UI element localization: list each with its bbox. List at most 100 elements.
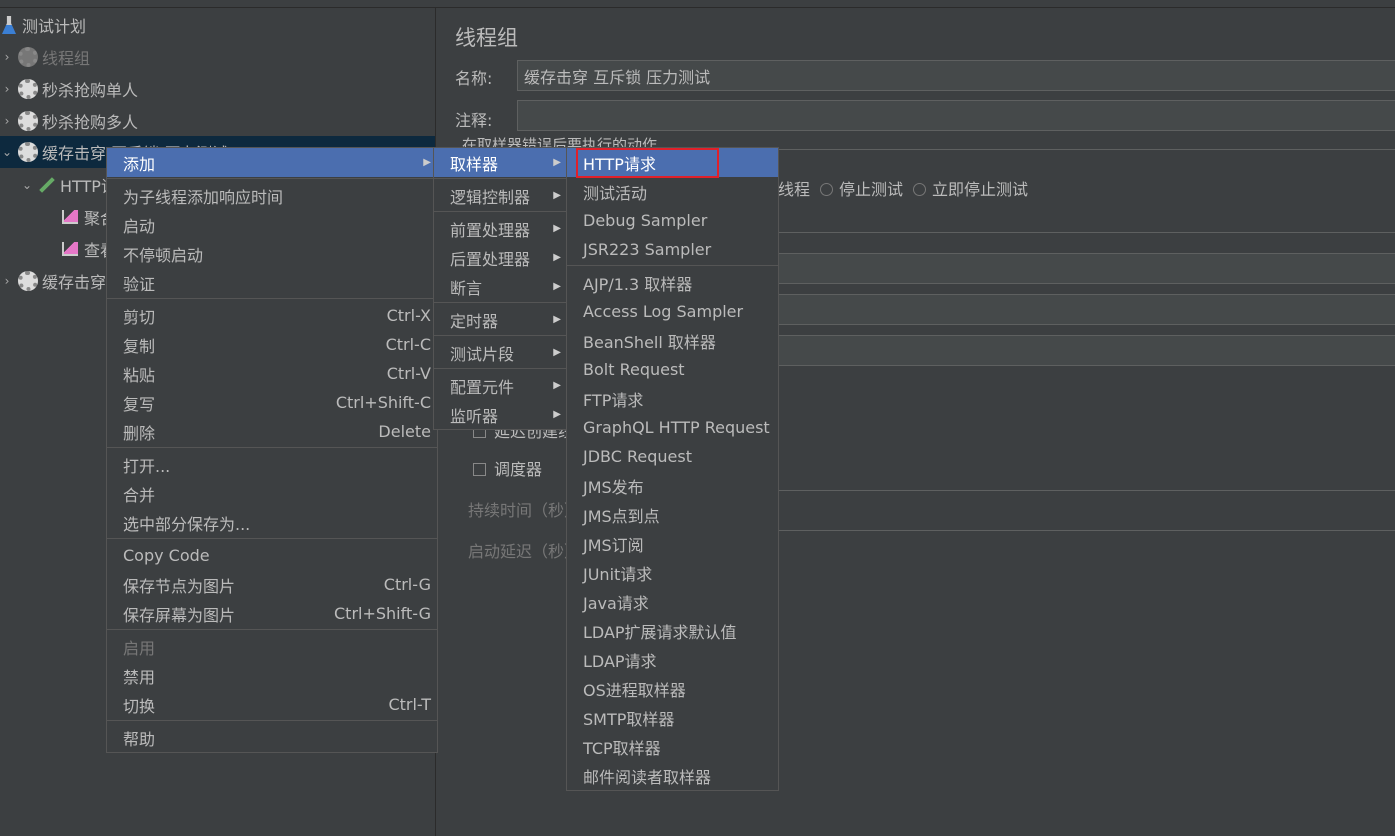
menu-item[interactable]: 复制 Ctrl-C [107,330,437,359]
menu-item[interactable]: 测试活动 [567,177,778,206]
menu-item[interactable]: 监听器 ▶ [434,400,567,429]
menu-item[interactable]: 打开... [107,450,437,479]
menu-item[interactable]: TCP取样器 [567,732,778,761]
menu-item[interactable]: JSR223 Sampler [567,235,778,264]
chevron-right-icon[interactable]: › [0,274,14,288]
menu-item-label: 删除 [123,423,156,443]
menu-item[interactable]: Java请求 [567,587,778,616]
ramp-up-input[interactable] [778,294,1395,325]
menu-item[interactable]: 保存节点为图片 Ctrl-G [107,570,437,599]
duration-input[interactable] [778,490,1395,491]
menu-item[interactable]: 删除 Delete [107,417,437,446]
submenu-arrow-icon: ▶ [553,157,561,168]
startup-delay-input[interactable] [778,530,1395,531]
menu-item[interactable]: 逻辑控制器 ▶ [434,181,567,210]
menu-item[interactable]: 禁用 [107,661,437,690]
menu-item[interactable]: 验证 [107,268,437,297]
menu-item-label: 验证 [123,274,156,294]
menu-item[interactable]: 配置元件 ▶ [434,371,567,400]
menu-item[interactable]: LDAP扩展请求默认值 [567,616,778,645]
menu-item[interactable]: 不停顿启动 [107,239,437,268]
menu-item[interactable]: 复写 Ctrl+Shift-C [107,388,437,417]
menu-item-label: LDAP请求 [583,651,657,671]
menu-item-label: JMS订阅 [583,535,644,555]
menu-item[interactable]: 取样器 ▶ [434,148,567,177]
menu-item-label: 添加 [123,154,156,174]
sampler-submenu: HTTP请求 测试活动 Debug Sampler JSR223 Sampler AJP… [566,147,779,791]
menu-item[interactable]: 为子线程添加响应时间 [107,181,437,210]
submenu-arrow-icon: ▶ [553,347,561,358]
scheduler-checkbox[interactable]: 调度器 [473,456,542,480]
menu-item[interactable]: JUnit请求 [567,558,778,587]
menu-item[interactable]: Copy Code [107,541,437,570]
menu-item[interactable]: 后置处理器 ▶ [434,243,567,272]
menu-item[interactable]: 切换 Ctrl-T [107,690,437,719]
menu-item-label: 定时器 [450,311,499,331]
shortcut-label: Delete [378,422,431,441]
chart-icon [62,242,78,256]
tree-node-thread-group[interactable]: › 线程组 [0,41,90,73]
duration-label: 持续时间（秒） [468,501,581,520]
chevron-right-icon[interactable]: › [0,50,14,64]
menu-item-label: 复制 [123,336,156,356]
menu-item[interactable]: 启用 [107,632,437,661]
menu-item-label: 不停顿启动 [123,245,204,265]
menu-item[interactable]: 测试片段 ▶ [434,338,567,367]
tree-node-cache-2[interactable]: › 缓存击穿 [0,265,106,297]
context-menu: 添加 ▶ 为子线程添加响应时间 启动 不停顿启动 验证 剪切 Ctrl-X 复制 Ctrl-C 粘贴… [106,147,438,753]
menu-item-label: Debug Sampler [583,211,708,230]
menu-item[interactable]: 合并 [107,479,437,508]
menu-item[interactable]: Bolt Request [567,355,778,384]
menu-item[interactable]: 前置处理器 ▶ [434,214,567,243]
menu-item[interactable]: 启动 [107,210,437,239]
menu-item[interactable]: 添加 ▶ [107,148,437,177]
menu-item[interactable]: 粘贴 Ctrl-V [107,359,437,388]
menu-item[interactable]: 邮件阅读者取样器 [567,761,778,790]
submenu-arrow-icon: ▶ [553,190,561,201]
loop-count-input[interactable] [778,335,1395,366]
add-submenu: 取样器 ▶ 逻辑控制器 ▶ 前置处理器 ▶ 后置处理器 ▶ 断言 ▶ 定时器 ▶ 测试片段 ▶ 配置元件 ▶ 监… [433,147,568,430]
menu-item[interactable]: Access Log Sampler [567,297,778,326]
menu-item[interactable]: 断言 ▶ [434,272,567,301]
menu-item[interactable]: JDBC Request [567,442,778,471]
menu-item[interactable]: 保存屏幕为图片 Ctrl+Shift-G [107,599,437,628]
menu-item-label: 粘贴 [123,365,156,385]
chevron-right-icon[interactable]: › [0,114,14,128]
tree-node-seckill-multi[interactable]: › 秒杀抢购多人 [0,105,138,137]
chevron-down-icon[interactable]: ⌄ [20,178,34,192]
menu-item[interactable]: JMS订阅 [567,529,778,558]
comment-input[interactable] [517,100,1395,131]
shortcut-label: Ctrl-V [386,364,431,383]
menu-item-label: 前置处理器 [450,220,531,240]
thread-count-input[interactable] [778,253,1395,284]
flask-icon [2,16,16,34]
chevron-down-icon[interactable]: ⌄ [0,145,14,159]
menu-item[interactable]: AJP/1.3 取样器 [567,268,778,297]
menu-item[interactable]: SMTP取样器 [567,703,778,732]
menu-item[interactable]: GraphQL HTTP Request [567,413,778,442]
checkbox-icon[interactable] [473,463,486,476]
menu-item-label: 取样器 [450,154,499,174]
menu-item[interactable]: 剪切 Ctrl-X [107,301,437,330]
menu-item[interactable]: 选中部分保存为... [107,508,437,537]
menu-item[interactable]: BeanShell 取样器 [567,326,778,355]
menu-item[interactable]: OS进程取样器 [567,674,778,703]
menu-item[interactable]: 定时器 ▶ [434,305,567,334]
chevron-right-icon[interactable]: › [0,82,14,96]
radio-stop-now[interactable] [913,183,927,196]
radio-group-error-action: 线程 停止测试 立即停止测试 [778,180,1029,199]
tree-node-seckill-single[interactable]: › 秒杀抢购单人 [0,73,138,105]
menu-item[interactable]: JMS发布 [567,471,778,500]
name-input[interactable]: 缓存击穿 互斥锁 压力测试 [517,60,1395,91]
tree-node-test-plan[interactable]: 测试计划 [0,9,86,41]
menu-item[interactable]: Debug Sampler [567,206,778,235]
menu-item-label: BeanShell 取样器 [583,332,716,352]
menu-item-label: 打开... [123,456,171,476]
radio-stop-test[interactable] [820,183,834,196]
menu-item[interactable]: JMS点到点 [567,500,778,529]
menu-item[interactable]: 帮助 [107,723,437,752]
menu-item-label: Java请求 [583,593,649,613]
menu-item[interactable]: FTP请求 [567,384,778,413]
menu-item[interactable]: LDAP请求 [567,645,778,674]
submenu-arrow-icon: ▶ [553,380,561,391]
